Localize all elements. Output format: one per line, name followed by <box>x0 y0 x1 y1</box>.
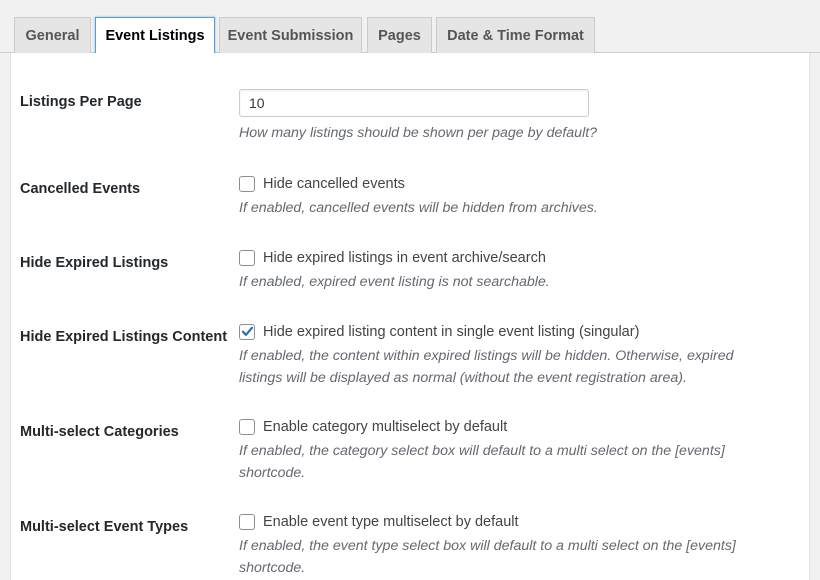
hide-expired-listings-description: If enabled, expired event listing is not… <box>239 274 550 290</box>
tab-event-listings[interactable]: Event Listings <box>95 17 215 54</box>
tab-date-time-format[interactable]: Date & Time Format <box>436 17 595 53</box>
multiselect-categories-description-line1: If enabled, the category select box will… <box>239 443 725 459</box>
hide-expired-content-description-line2: listings will be displayed as normal (wi… <box>239 370 687 386</box>
cancelled-events-option[interactable]: Hide cancelled events <box>239 175 405 193</box>
tab-general[interactable]: General <box>14 17 91 53</box>
multiselect-event-types-checkbox-label: Enable event type multiselect by default <box>263 514 519 530</box>
multiselect-categories-checkbox[interactable] <box>239 419 255 435</box>
cancelled-events-checkbox[interactable] <box>239 176 255 192</box>
cancelled-events-checkbox-label: Hide cancelled events <box>263 176 405 192</box>
checkmark-icon <box>241 326 254 336</box>
hide-expired-listings-option[interactable]: Hide expired listings in event archive/s… <box>239 249 546 267</box>
hide-expired-listings-checkbox-label: Hide expired listings in event archive/s… <box>263 250 546 266</box>
tab-event-submission[interactable]: Event Submission <box>219 17 362 53</box>
tab-pages[interactable]: Pages <box>367 17 432 53</box>
multiselect-categories-label: Multi-select Categories <box>20 424 179 440</box>
hide-expired-content-description: If enabled, the content within expired l… <box>239 345 779 389</box>
multiselect-event-types-label: Multi-select Event Types <box>20 519 189 535</box>
hide-expired-content-checkbox[interactable] <box>239 324 255 340</box>
hide-expired-listings-checkbox[interactable] <box>239 250 255 266</box>
multiselect-event-types-option[interactable]: Enable event type multiselect by default <box>239 513 519 531</box>
hide-expired-listings-label: Hide Expired Listings <box>20 255 169 271</box>
listings-per-page-label: Listings Per Page <box>20 94 142 110</box>
settings-tab-bar: General Event Listings Event Submission … <box>0 0 820 54</box>
listings-per-page-description: How many listings should be shown per pa… <box>239 125 598 141</box>
listings-per-page-input[interactable] <box>239 89 589 117</box>
hide-expired-content-checkbox-label: Hide expired listing content in single e… <box>263 324 640 340</box>
cancelled-events-label: Cancelled Events <box>20 181 141 197</box>
multiselect-categories-checkbox-label: Enable category multiselect by default <box>263 419 508 435</box>
multiselect-event-types-checkbox[interactable] <box>239 514 255 530</box>
multiselect-categories-description: If enabled, the category select box will… <box>239 440 779 484</box>
multiselect-categories-option[interactable]: Enable category multiselect by default <box>239 418 507 436</box>
multiselect-categories-description-line2: shortcode. <box>239 465 306 481</box>
multiselect-event-types-description-line2: shortcode. <box>239 560 306 576</box>
hide-expired-content-option[interactable]: Hide expired listing content in single e… <box>239 323 639 341</box>
settings-panel: Listings Per Page How many listings shou… <box>10 53 810 580</box>
hide-expired-content-label: Hide Expired Listings Content <box>20 329 228 345</box>
hide-expired-content-description-line1: If enabled, the content within expired l… <box>239 348 734 364</box>
multiselect-event-types-description: If enabled, the event type select box wi… <box>239 535 779 579</box>
multiselect-event-types-description-line1: If enabled, the event type select box wi… <box>239 538 736 554</box>
cancelled-events-description: If enabled, cancelled events will be hid… <box>239 200 598 216</box>
